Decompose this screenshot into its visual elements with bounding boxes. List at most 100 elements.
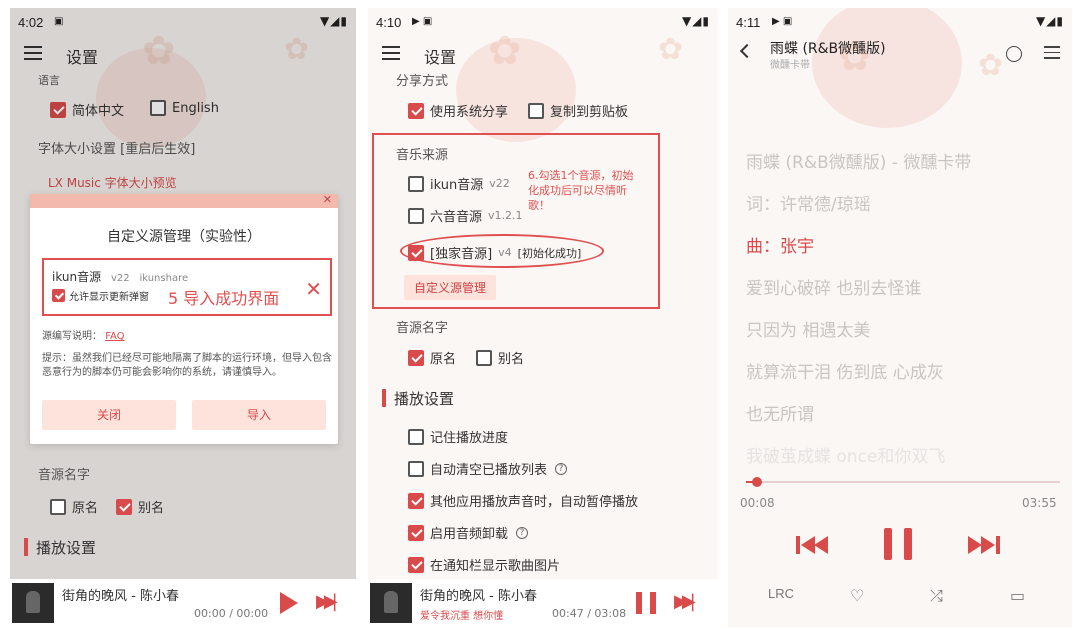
help-icon[interactable]: ? [516,526,529,539]
import-button[interactable]: 导入 [192,400,326,430]
lyric-line[interactable]: 只因为 相遇太美 [746,316,870,341]
now-playing-title: 街角的晚风 - 陈小春 [420,589,537,604]
flower-decoration: ✿ [978,48,1004,83]
checkbox[interactable] [408,175,424,192]
close-button[interactable]: 关闭 [42,400,176,430]
current-lyric: 爱令我沉重 想你懂 [420,611,504,622]
source-name: ikun音源 [430,178,484,193]
source-name-alias[interactable]: 别名 [116,497,164,516]
song-title: 雨蝶 (R&B微醺版) [770,41,886,57]
play-notification-icon: ▶ ▣ [412,16,433,27]
progress-knob[interactable] [751,477,762,487]
playback-section-title: 播放设置 [24,537,96,558]
status-bar: 4:11 ▶ ▣ ▼◢▮ [728,8,1072,36]
source-author: ikunshare [139,273,189,284]
checkbox[interactable] [408,556,424,573]
lyric-line-active[interactable]: 曲：张宇 [746,232,814,257]
settings-sliders-icon[interactable] [1044,46,1060,60]
option-label: 复制到剪贴板 [550,105,629,120]
share-option-system[interactable]: 使用系统分享 [408,101,508,120]
checkbox[interactable] [408,428,424,445]
song-artist: 微醺卡带 [770,60,810,71]
checkbox[interactable] [476,349,492,366]
menu-icon[interactable] [382,46,400,60]
lyric-line[interactable]: 也无所谓 [746,400,814,425]
option-label: 别名 [138,501,165,516]
source-name-alias[interactable]: 别名 [476,348,524,367]
option-label: 自动清空已播放列表 [430,463,548,478]
source-version: v1.2.1 [488,209,523,222]
option-label: 在通知栏显示歌曲图片 [430,559,561,574]
doc-note: 源编写说明： FAQ [42,330,332,344]
lyric-line[interactable]: 就算流干泪 伤到底 心成灰 [746,358,944,383]
sleep-timer-icon[interactable] [1006,46,1022,62]
playback-time: 00:00 / 00:00 [194,607,269,620]
checkbox[interactable] [408,207,424,224]
source-name-original[interactable]: 原名 [408,348,456,367]
allow-update-popup-option[interactable]: 允许显示更新弹窗 [52,288,149,303]
option-label: 原名 [72,501,99,516]
checkbox[interactable] [52,289,65,302]
source-version: v22 [110,273,130,284]
close-icon[interactable]: ✕ [323,193,332,206]
option-remember-progress[interactable]: 记住播放进度 [408,427,508,446]
signal-battery-icons: ▼◢▮ [1035,14,1064,28]
source-name: 六音音源 [430,210,483,225]
option-audio-offload[interactable]: 启用音频卸载 ? [408,523,529,542]
option-auto-pause[interactable]: 其他应用播放声音时，自动暂停播放 [408,491,638,510]
option-notification-cover[interactable]: 在通知栏显示歌曲图片 [408,555,560,574]
source-option-exclusive[interactable]: [独家音源] v4 [初始化成功] [408,243,581,262]
pause-icon[interactable] [884,528,912,560]
phone-screen-settings-dialog: ✿ ✿ 4:02 ▣ ▼◢▮ 设置 语言 简体中文 English 字体大小设置… [10,8,356,627]
source-item-name-row: ikun音源 v22 ikunshare [52,268,188,285]
source-status: [初始化成功] [517,246,582,260]
checkbox[interactable] [528,102,544,119]
checkbox[interactable] [408,524,424,541]
checkbox[interactable] [408,460,424,477]
option-label: 记住播放进度 [430,431,509,446]
source-option-ikun[interactable]: ikun音源 v22 [408,174,510,193]
now-playing-title: 街角的晚风 - 陈小春 [62,589,179,604]
checkbox[interactable] [116,498,132,515]
previous-icon[interactable] [796,536,830,554]
lyric-line[interactable]: 爱到心破碎 也别去怪谁 [746,274,921,299]
checkbox[interactable] [50,498,66,515]
album-cover[interactable] [12,583,54,623]
play-notification-icon: ▶ ▣ [772,16,793,27]
album-cover[interactable] [370,583,412,623]
play-icon[interactable] [280,592,298,614]
option-label: 原名 [430,352,457,367]
custom-source-manage-button[interactable]: 自定义源管理 [404,275,497,300]
favorite-icon[interactable]: ♡ [850,586,864,605]
source-name-label: 音源名字 [396,321,449,336]
source-name-original[interactable]: 原名 [50,497,98,516]
shuffle-icon[interactable]: ⤮ [930,586,943,606]
mini-player[interactable]: 街角的晚风 - 陈小春 爱令我沉重 想你懂 00:47 / 03:08 ▶▶| [368,579,718,627]
option-auto-clear[interactable]: 自动清空已播放列表 ? [408,459,568,478]
checkbox[interactable] [408,102,424,119]
source-name: ikun音源 [52,270,102,284]
option-label: 允许显示更新弹窗 [69,292,149,303]
checkbox[interactable] [408,492,424,509]
faq-link[interactable]: FAQ [105,331,124,342]
next-icon[interactable]: ▶▶| [316,591,338,612]
checkbox[interactable] [408,349,424,366]
signal-battery-icons: ▼◢▮ [681,14,710,28]
lyric-line[interactable]: 我破茧成蝶 once和你双飞 [746,442,945,467]
delete-source-icon[interactable]: ✕ [305,277,322,301]
next-icon[interactable] [966,536,1000,554]
pause-icon[interactable] [636,592,656,614]
progress-bar[interactable] [746,477,1060,487]
next-icon[interactable]: ▶▶| [674,591,696,612]
lyric-line[interactable]: 词：许常德/琼瑶 [746,190,871,215]
lyric-toggle-icon[interactable]: LRC [768,586,794,601]
source-option-liuyin[interactable]: 六音音源 v1.2.1 [408,206,523,225]
phone-screen-player: ✿ ✿ 4:11 ▶ ▣ ▼◢▮ 雨蝶 (R&B微醺版) 微醺卡带 雨蝶 (R&… [728,8,1072,627]
share-option-clipboard[interactable]: 复制到剪贴板 [528,101,628,120]
comment-icon[interactable]: ▭ [1010,586,1025,605]
back-icon[interactable] [739,43,755,59]
lyric-line[interactable]: 雨蝶 (R&B微醺版) - 微醺卡带 [746,148,971,173]
help-icon[interactable]: ? [555,462,568,475]
mini-player[interactable]: 街角的晚风 - 陈小春 00:00 / 00:00 ▶▶| [10,579,356,627]
checkbox[interactable] [408,244,424,261]
